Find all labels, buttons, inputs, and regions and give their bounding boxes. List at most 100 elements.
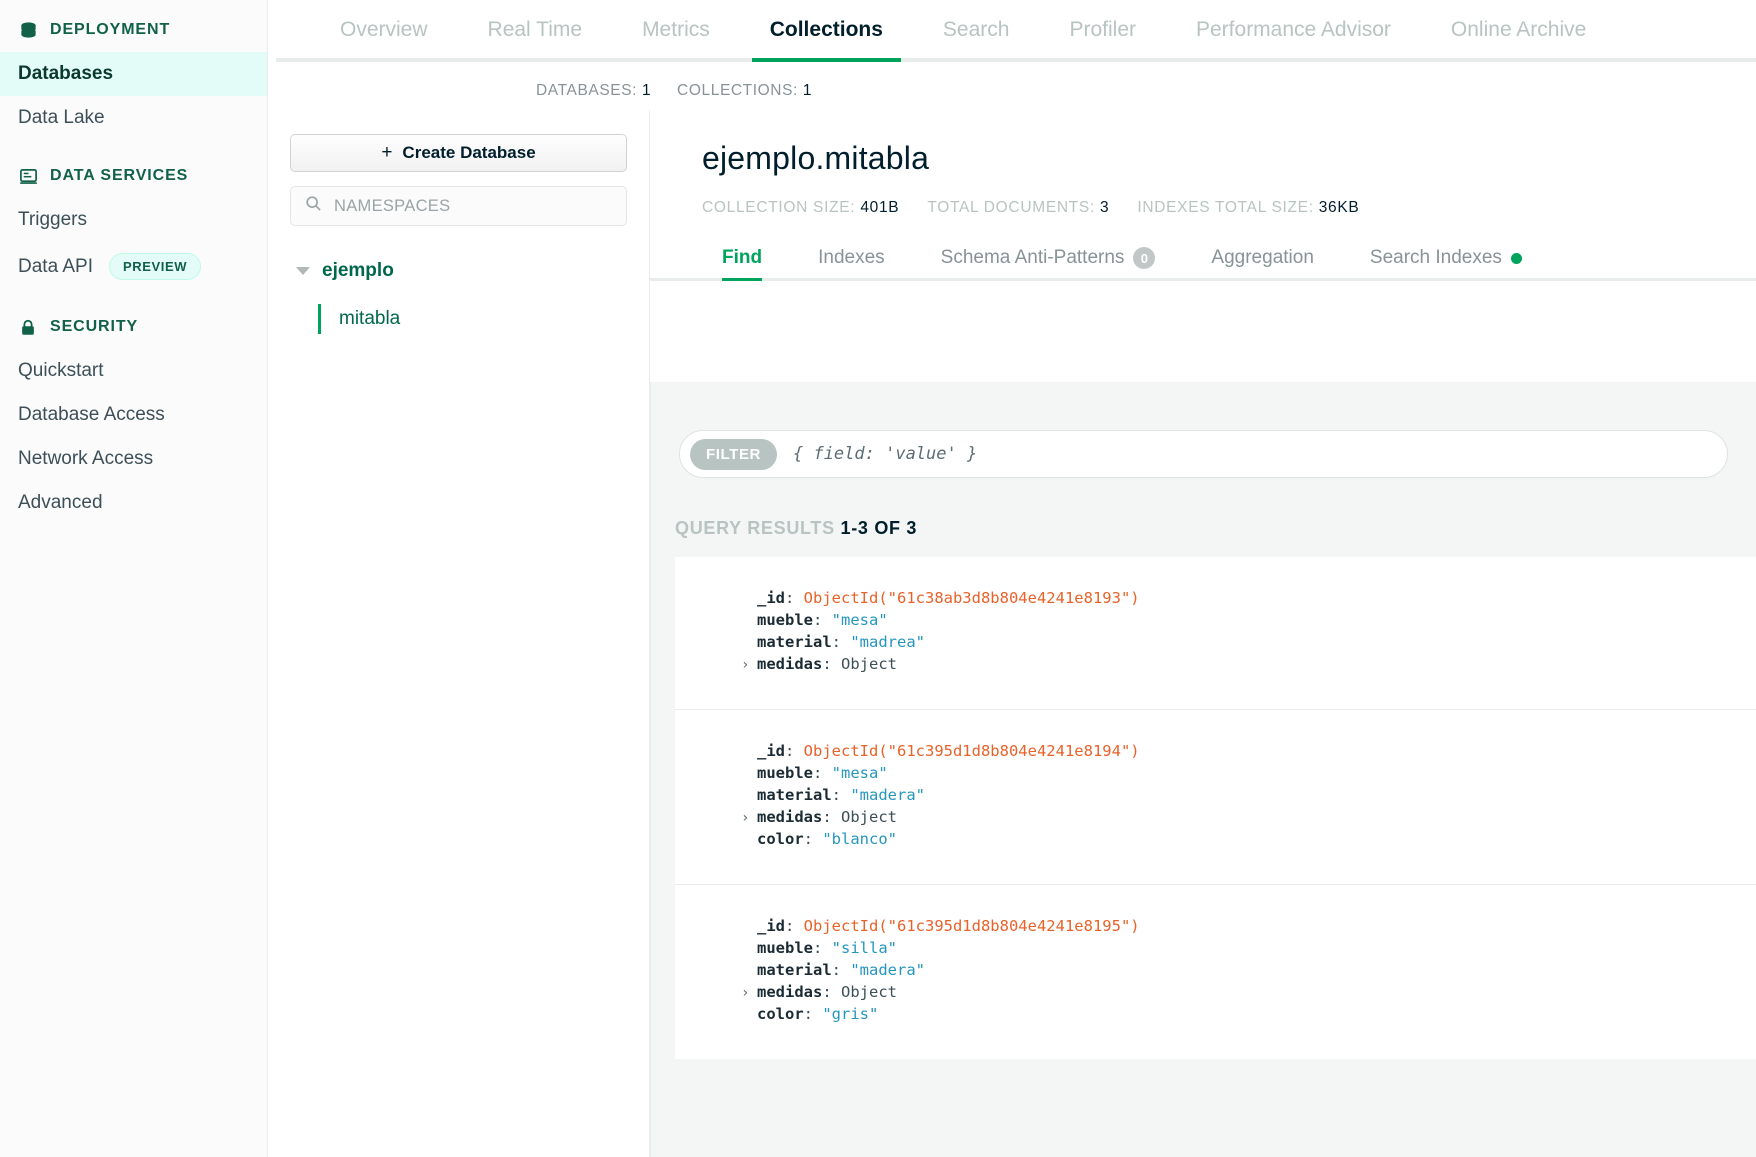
- field-value: "madera": [850, 786, 925, 804]
- tree-collection-label: mitabla: [339, 308, 401, 329]
- document-row[interactable]: _id: ObjectId("61c395d1d8b804e4241e8195"…: [675, 884, 1756, 1059]
- field-value: Object: [841, 983, 897, 1001]
- field-value: ObjectId("61c395d1d8b804e4241e8195"): [803, 917, 1140, 935]
- query-results-header: QUERY RESULTS 1-3 OF 3: [651, 478, 1756, 539]
- field-key: mueble: [757, 764, 813, 782]
- document-field: › medidas: Object: [741, 981, 1756, 1003]
- chevron-down-icon[interactable]: [296, 267, 310, 275]
- field-key: medidas: [757, 983, 823, 1001]
- sidebar-item-label: Advanced: [18, 492, 103, 513]
- tab-online-archive[interactable]: Online Archive: [1421, 0, 1616, 62]
- subtab-label: Find: [722, 247, 763, 268]
- document-field: color: "blanco": [757, 828, 1756, 850]
- namespace-counts: DATABASES: 1 COLLECTIONS: 1: [268, 62, 812, 100]
- tab-performance-advisor[interactable]: Performance Advisor: [1166, 0, 1421, 62]
- document-field: material: "madera": [757, 784, 1756, 806]
- sidebar-group-data-services: DATA SERVICES: [0, 154, 267, 198]
- field-key: mueble: [757, 611, 813, 629]
- document-field: _id: ObjectId("61c395d1d8b804e4241e8194"…: [757, 740, 1756, 762]
- field-colon: :: [831, 786, 851, 804]
- field-key: medidas: [757, 655, 823, 673]
- sidebar-item-label: Network Access: [18, 448, 154, 469]
- document-field: _id: ObjectId("61c38ab3d8b804e4241e8193"…: [757, 587, 1756, 609]
- stat-label: TOTAL DOCUMENTS:: [927, 199, 1095, 216]
- chevron-right-icon[interactable]: ›: [741, 982, 749, 1004]
- collection-header: ejemplo.mitabla COLLECTION SIZE: 401B TO…: [650, 110, 1756, 217]
- field-key: _id: [757, 917, 785, 935]
- field-key: _id: [757, 589, 785, 607]
- tab-search[interactable]: Search: [913, 0, 1040, 62]
- tree-collection-mitabla[interactable]: mitabla: [318, 304, 627, 334]
- filter-input[interactable]: { field: 'value' }: [793, 444, 977, 464]
- subtab-indexes[interactable]: Indexes: [790, 247, 913, 281]
- subtab-label: Search Indexes: [1369, 247, 1502, 268]
- sidebar-item-databases[interactable]: Databases: [0, 52, 267, 96]
- sidebar-item-triggers[interactable]: Triggers: [0, 198, 267, 242]
- stat-collection-size: COLLECTION SIZE: 401B: [702, 199, 899, 217]
- tree-database-label: ejemplo: [322, 260, 394, 281]
- collections-count-label: COLLECTIONS:: [677, 82, 798, 99]
- document-field: mueble: "mesa": [757, 762, 1756, 784]
- sidebar: DEPLOYMENT Databases Data Lake DATA SERV…: [0, 0, 268, 1157]
- subtab-schema-anti-patterns[interactable]: Schema Anti-Patterns 0: [913, 247, 1184, 281]
- sidebar-item-data-api[interactable]: Data API PREVIEW: [0, 242, 267, 291]
- sidebar-item-network-access[interactable]: Network Access: [0, 437, 267, 481]
- field-value: ObjectId("61c38ab3d8b804e4241e8193"): [803, 589, 1140, 607]
- sidebar-group-deployment: DEPLOYMENT: [0, 8, 267, 52]
- stat-value: 36KB: [1318, 199, 1360, 216]
- lock-icon: [18, 317, 38, 337]
- field-value: ObjectId("61c395d1d8b804e4241e8194"): [803, 742, 1140, 760]
- sidebar-item-advanced[interactable]: Advanced: [0, 481, 267, 525]
- search-input[interactable]: [334, 196, 612, 216]
- document-field: _id: ObjectId("61c395d1d8b804e4241e8195"…: [757, 915, 1756, 937]
- data-services-icon: [18, 166, 38, 186]
- tree-database-ejemplo[interactable]: ejemplo: [290, 254, 627, 288]
- subtab-search-indexes[interactable]: Search Indexes: [1342, 247, 1550, 281]
- documents-list: _id: ObjectId("61c38ab3d8b804e4241e8193"…: [651, 557, 1756, 1059]
- stat-label: COLLECTION SIZE:: [702, 199, 856, 216]
- sidebar-item-database-access[interactable]: Database Access: [0, 393, 267, 437]
- subtab-aggregation[interactable]: Aggregation: [1183, 247, 1341, 281]
- document-field: › medidas: Object: [741, 653, 1756, 675]
- chevron-right-icon[interactable]: ›: [741, 654, 749, 676]
- chevron-right-icon[interactable]: ›: [741, 807, 749, 829]
- stat-indexes-total-size: INDEXES TOTAL SIZE: 36KB: [1137, 199, 1359, 217]
- document-row[interactable]: _id: ObjectId("61c395d1d8b804e4241e8194"…: [675, 709, 1756, 884]
- search-icon: [305, 195, 322, 217]
- tab-overview[interactable]: Overview: [310, 0, 458, 62]
- preview-badge: PREVIEW: [109, 253, 202, 280]
- sidebar-item-data-lake[interactable]: Data Lake: [0, 96, 267, 140]
- document-row[interactable]: _id: ObjectId("61c38ab3d8b804e4241e8193"…: [675, 557, 1756, 709]
- page-title: ejemplo.mitabla: [702, 140, 930, 176]
- sidebar-group-label: DEPLOYMENT: [50, 21, 171, 38]
- cluster-tabs: Overview Real Time Metrics Collections S…: [268, 0, 1756, 62]
- sidebar-item-label: Data API: [18, 255, 93, 277]
- field-colon: :: [822, 983, 841, 1001]
- document-field: color: "gris": [757, 1003, 1756, 1025]
- tab-profiler[interactable]: Profiler: [1039, 0, 1166, 62]
- namespaces-search[interactable]: [290, 186, 627, 226]
- document-field: material: "madera": [757, 959, 1756, 981]
- namespaces-panel: + Create Database ejemplo mitabla: [268, 110, 650, 1157]
- filter-area: FILTER { field: 'value' }: [651, 382, 1756, 478]
- sidebar-item-label: Triggers: [18, 209, 87, 230]
- stat-value: 401B: [860, 199, 900, 216]
- field-value: Object: [841, 655, 897, 673]
- sidebar-item-quickstart[interactable]: Quickstart: [0, 349, 267, 393]
- database-icon: [18, 20, 38, 40]
- filter-bar[interactable]: FILTER { field: 'value' }: [679, 430, 1728, 478]
- sidebar-item-label: Quickstart: [18, 360, 104, 381]
- tab-real-time[interactable]: Real Time: [458, 0, 613, 62]
- subtab-find[interactable]: Find: [694, 247, 790, 281]
- query-results-label: QUERY RESULTS: [675, 518, 835, 538]
- field-colon: :: [822, 655, 841, 673]
- status-dot-icon: [1510, 252, 1522, 264]
- main-area: Overview Real Time Metrics Collections S…: [268, 0, 1756, 1157]
- tab-metrics[interactable]: Metrics: [612, 0, 740, 62]
- tab-collections[interactable]: Collections: [740, 0, 913, 62]
- databases-count-value: 1: [641, 82, 652, 99]
- create-database-button[interactable]: + Create Database: [290, 134, 627, 172]
- document-field: › medidas: Object: [741, 806, 1756, 828]
- field-value: "madrea": [850, 633, 925, 651]
